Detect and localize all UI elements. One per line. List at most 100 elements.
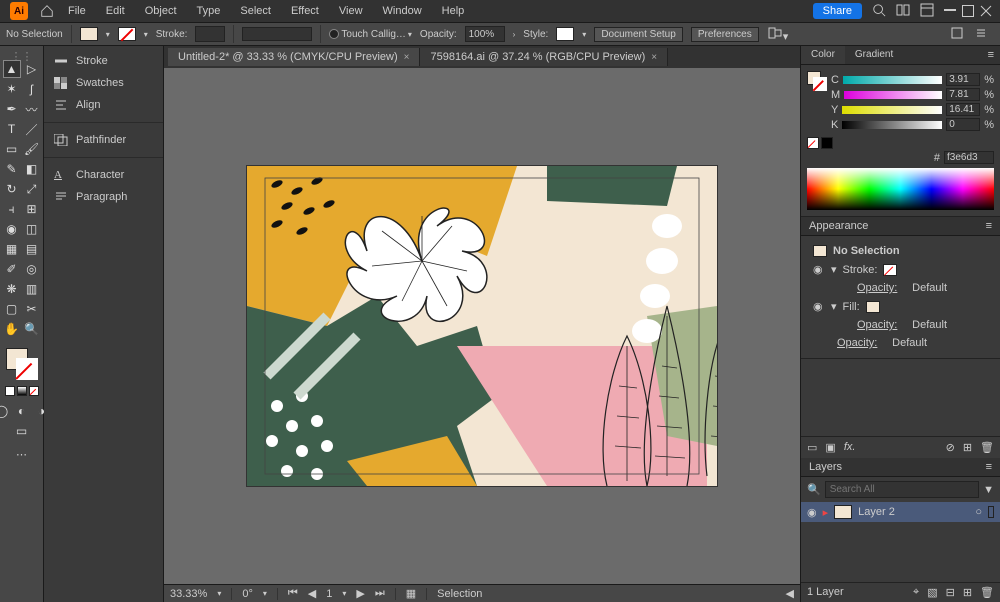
blend-tool[interactable]: ◎ bbox=[23, 260, 41, 278]
essentials-icon[interactable] bbox=[974, 26, 988, 43]
m-slider[interactable] bbox=[844, 91, 942, 99]
style-swatch[interactable] bbox=[556, 27, 574, 41]
k-slider[interactable] bbox=[842, 121, 942, 129]
workspace-icon[interactable] bbox=[920, 3, 934, 20]
document-setup-button[interactable]: Document Setup bbox=[594, 27, 683, 42]
m-input[interactable] bbox=[946, 88, 980, 101]
panel-stroke[interactable]: Stroke bbox=[44, 50, 163, 72]
zoom-level[interactable]: 33.33% bbox=[170, 588, 207, 600]
perspective-tool[interactable]: ◫ bbox=[23, 220, 41, 238]
color-spectrum[interactable] bbox=[807, 168, 994, 210]
menu-type[interactable]: Type bbox=[189, 3, 229, 19]
filter-icon[interactable]: ▼ bbox=[983, 484, 994, 496]
artboard-nav-first[interactable]: ⏮ bbox=[288, 587, 298, 600]
none-color-icon[interactable] bbox=[807, 137, 819, 149]
brush-preset[interactable]: Touch Callig… bbox=[341, 29, 405, 40]
draw-behind-icon[interactable]: ◐ bbox=[13, 402, 31, 420]
paintbrush-tool[interactable]: 🖌 bbox=[23, 140, 41, 158]
direct-selection-tool[interactable]: ▷ bbox=[23, 60, 41, 78]
opacity-input[interactable] bbox=[465, 26, 505, 42]
visibility-icon[interactable]: ◉ bbox=[813, 263, 825, 276]
preferences-button[interactable]: Preferences bbox=[691, 27, 759, 42]
share-button[interactable]: Share bbox=[813, 3, 862, 19]
artboard-tool[interactable]: ▢ bbox=[3, 300, 21, 318]
menu-object[interactable]: Object bbox=[137, 3, 185, 19]
artboard-nav-next[interactable]: ▶ bbox=[356, 587, 364, 600]
layer-name[interactable]: Layer 2 bbox=[858, 506, 895, 518]
panel-character[interactable]: ACharacter bbox=[44, 164, 163, 186]
appearance-fill-swatch[interactable] bbox=[866, 301, 880, 313]
rectangle-tool[interactable]: ▭ bbox=[3, 140, 21, 158]
tab-close-icon[interactable]: × bbox=[404, 52, 410, 63]
menu-effect[interactable]: Effect bbox=[283, 3, 327, 19]
color-preview[interactable] bbox=[807, 71, 827, 129]
k-input[interactable] bbox=[946, 118, 980, 131]
document-tab-active[interactable]: Untitled-2* @ 33.33 % (CMYK/CPU Preview)… bbox=[168, 48, 420, 66]
free-transform-tool[interactable]: ⊞ bbox=[23, 200, 41, 218]
duplicate-icon[interactable]: ⊞ bbox=[963, 441, 972, 454]
layer-row[interactable]: ◉ ▸ Layer 2 ○ bbox=[801, 502, 1000, 522]
y-input[interactable] bbox=[946, 103, 980, 116]
scale-tool[interactable]: ⤢ bbox=[23, 180, 41, 198]
menu-help[interactable]: Help bbox=[434, 3, 473, 19]
gradient-tool[interactable]: ▤ bbox=[23, 240, 41, 258]
new-layer-icon[interactable]: ⊞ bbox=[963, 586, 972, 599]
width-tool[interactable]: ⫞ bbox=[3, 200, 21, 218]
panel-align[interactable]: Align bbox=[44, 94, 163, 116]
fill-stroke-control[interactable] bbox=[4, 346, 40, 382]
artboard-tool-shortcut[interactable]: ▦ bbox=[406, 587, 416, 600]
expand-icon[interactable]: ▾ bbox=[831, 263, 837, 276]
menu-view[interactable]: View bbox=[331, 3, 371, 19]
mesh-tool[interactable]: ▦ bbox=[3, 240, 21, 258]
tab-gradient[interactable]: Gradient bbox=[845, 46, 903, 64]
new-sublayer-icon[interactable]: ⊟ bbox=[946, 586, 955, 599]
add-stroke-icon[interactable]: ▭ bbox=[807, 441, 817, 454]
c-slider[interactable] bbox=[843, 76, 942, 84]
home-icon[interactable] bbox=[38, 2, 56, 20]
brush-definition[interactable] bbox=[242, 27, 312, 41]
clear-icon[interactable]: ⊘ bbox=[946, 441, 955, 454]
appearance-stroke-swatch[interactable] bbox=[883, 264, 897, 276]
eraser-tool[interactable]: ◧ bbox=[23, 160, 41, 178]
canvas[interactable] bbox=[164, 68, 800, 584]
screen-mode-icon[interactable]: ▭ bbox=[13, 422, 31, 440]
lasso-tool[interactable]: ʃ bbox=[23, 80, 41, 98]
zoom-tool[interactable]: 🔍 bbox=[23, 320, 41, 338]
panel-pathfinder[interactable]: Pathfinder bbox=[44, 129, 163, 151]
panel-swatches[interactable]: Swatches bbox=[44, 72, 163, 94]
magic-wand-tool[interactable]: ✶ bbox=[3, 80, 21, 98]
color-mode-none[interactable] bbox=[29, 386, 39, 396]
artboard-nav-last[interactable]: ⏭ bbox=[375, 587, 385, 600]
rotate-tool[interactable]: ↻ bbox=[3, 180, 21, 198]
hand-tool[interactable]: ✋ bbox=[3, 320, 21, 338]
stroke-weight-input[interactable] bbox=[195, 26, 225, 42]
fill-swatch[interactable] bbox=[80, 27, 98, 41]
artboard-nav-prev[interactable]: ◀ bbox=[308, 587, 316, 600]
visibility-icon[interactable]: ◉ bbox=[807, 506, 817, 519]
menu-select[interactable]: Select bbox=[232, 3, 279, 19]
color-mode-solid[interactable] bbox=[5, 386, 15, 396]
hex-input[interactable] bbox=[944, 151, 994, 164]
arrange-icon[interactable] bbox=[896, 3, 910, 20]
minimize-icon[interactable] bbox=[944, 5, 956, 11]
panel-menu-icon[interactable]: ≡ bbox=[986, 461, 992, 473]
delete-icon[interactable]: 🗑 bbox=[980, 441, 994, 454]
menu-window[interactable]: Window bbox=[375, 3, 430, 19]
curvature-tool[interactable]: 〰 bbox=[23, 100, 41, 118]
scroll-left-icon[interactable]: ◀ bbox=[786, 587, 794, 600]
locate-layer-icon[interactable]: ⌖ bbox=[913, 586, 919, 599]
c-input[interactable] bbox=[946, 73, 980, 86]
artboard-number[interactable]: 1 bbox=[326, 588, 332, 600]
expand-layer-icon[interactable]: ▸ bbox=[823, 506, 829, 519]
shape-builder-tool[interactable]: ◉ bbox=[3, 220, 21, 238]
rotate-view[interactable]: 0° bbox=[242, 588, 253, 600]
delete-layer-icon[interactable]: 🗑 bbox=[980, 586, 994, 599]
shaper-tool[interactable]: ✎ bbox=[3, 160, 21, 178]
panel-menu-icon[interactable]: ≡ bbox=[982, 46, 1000, 64]
line-tool[interactable]: ／ bbox=[23, 120, 41, 138]
black-color-icon[interactable] bbox=[821, 137, 833, 149]
graph-tool[interactable]: ▥ bbox=[23, 280, 41, 298]
menu-edit[interactable]: Edit bbox=[98, 3, 133, 19]
y-slider[interactable] bbox=[842, 106, 942, 114]
panel-paragraph[interactable]: Paragraph bbox=[44, 186, 163, 208]
